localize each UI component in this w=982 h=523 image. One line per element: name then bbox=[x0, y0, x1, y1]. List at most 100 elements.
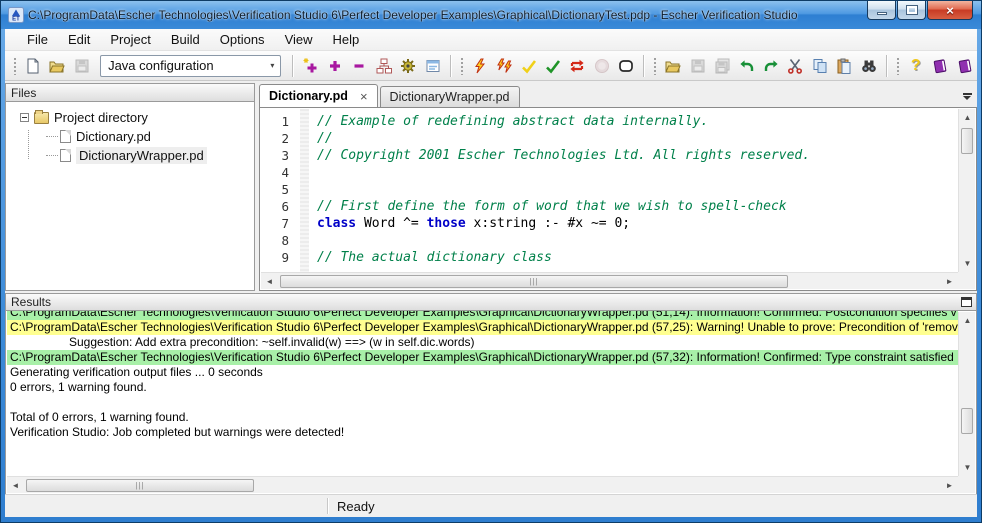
verify-button[interactable] bbox=[468, 54, 492, 78]
language-manual-button[interactable] bbox=[928, 54, 952, 78]
toolbar-separator bbox=[886, 55, 887, 77]
redo-button[interactable] bbox=[759, 54, 783, 78]
toolbar-gripper[interactable] bbox=[460, 57, 464, 75]
gear-icon bbox=[400, 58, 416, 74]
halt-button[interactable] bbox=[590, 54, 614, 78]
tab-list-button[interactable] bbox=[960, 90, 974, 102]
stop-button[interactable] bbox=[614, 54, 638, 78]
app-icon: ET bbox=[8, 7, 24, 23]
remove-item-button[interactable] bbox=[347, 54, 371, 78]
results-vertical-scrollbar[interactable]: ▲ ▼ bbox=[958, 312, 975, 476]
result-line[interactable]: C:\ProgramData\Escher Technologies\Verif… bbox=[7, 320, 958, 335]
result-line[interactable]: C:\ProgramData\Escher Technologies\Verif… bbox=[7, 350, 958, 365]
menu-item-options[interactable]: Options bbox=[210, 30, 275, 49]
copy-button[interactable] bbox=[808, 54, 832, 78]
collapse-icon[interactable] bbox=[20, 113, 29, 122]
new-file-button[interactable] bbox=[21, 54, 45, 78]
editor-horizontal-scrollbar[interactable]: ◄ ||| ► bbox=[261, 272, 958, 289]
toolbar-gripper[interactable] bbox=[896, 57, 900, 75]
toolbar-gripper[interactable] bbox=[13, 57, 17, 75]
confirm-button[interactable] bbox=[541, 54, 565, 78]
scrollbar-thumb[interactable] bbox=[961, 128, 973, 154]
code-text bbox=[293, 165, 317, 182]
result-line[interactable]: Verification Studio: Job completed but w… bbox=[7, 425, 958, 440]
find-button[interactable] bbox=[856, 54, 880, 78]
result-line[interactable]: Total of 0 errors, 1 warning found. bbox=[7, 410, 958, 425]
redo-arrow-icon bbox=[763, 58, 779, 74]
help-button[interactable]: ? bbox=[904, 54, 928, 78]
result-line[interactable]: Suggestion: Add extra precondition: ~sel… bbox=[7, 335, 958, 350]
menu-item-build[interactable]: Build bbox=[161, 30, 210, 49]
open-file-button[interactable] bbox=[661, 54, 685, 78]
scroll-up-icon[interactable]: ▲ bbox=[959, 312, 976, 329]
dock-window-icon[interactable] bbox=[961, 297, 972, 307]
tree-item-dictionarywrapper[interactable]: DictionaryWrapper.pd bbox=[6, 146, 254, 165]
line-number: 9 bbox=[261, 250, 293, 267]
tool-manual-button[interactable] bbox=[952, 54, 976, 78]
status-bar: Ready bbox=[5, 494, 977, 517]
menu-item-view[interactable]: View bbox=[275, 30, 323, 49]
tree-item-project-directory[interactable]: Project directory bbox=[6, 108, 254, 127]
plus-icon bbox=[327, 58, 343, 74]
paste-button[interactable] bbox=[832, 54, 856, 78]
scroll-left-icon[interactable]: ◄ bbox=[261, 273, 278, 290]
cut-button[interactable] bbox=[783, 54, 807, 78]
result-line[interactable]: Generating verification output files ...… bbox=[7, 365, 958, 380]
open-project-button[interactable] bbox=[45, 54, 69, 78]
results-output[interactable]: C:\ProgramData\Escher Technologies\Verif… bbox=[5, 310, 977, 495]
menu-item-edit[interactable]: Edit bbox=[58, 30, 100, 49]
result-line[interactable]: 0 errors, 1 warning found. bbox=[7, 380, 958, 395]
menu-item-project[interactable]: Project bbox=[100, 30, 160, 49]
save-project-button[interactable] bbox=[70, 54, 94, 78]
maximize-button[interactable] bbox=[897, 1, 926, 20]
scroll-down-icon[interactable]: ▼ bbox=[959, 459, 976, 476]
configuration-select[interactable]: Java configuration ▾ bbox=[100, 55, 281, 77]
tab-dictionarywrapper[interactable]: DictionaryWrapper.pd bbox=[380, 86, 520, 107]
undo-button[interactable] bbox=[734, 54, 758, 78]
scroll-right-icon[interactable]: ► bbox=[941, 477, 958, 494]
editor-vertical-scrollbar[interactable]: ▲ ▼ bbox=[958, 109, 975, 272]
check-syntax-button[interactable] bbox=[516, 54, 540, 78]
scroll-left-icon[interactable]: ◄ bbox=[7, 477, 24, 494]
code-editor[interactable]: 1// Example of redefining abstract data … bbox=[259, 107, 977, 291]
copy-icon bbox=[812, 58, 828, 74]
scroll-right-icon[interactable]: ► bbox=[941, 273, 958, 290]
result-line[interactable]: C:\ProgramData\Escher Technologies\Verif… bbox=[7, 311, 958, 320]
project-hierarchy-button[interactable] bbox=[372, 54, 396, 78]
purple-book-icon bbox=[932, 58, 948, 74]
tab-dictionary[interactable]: Dictionary.pd × bbox=[259, 84, 378, 107]
close-button[interactable]: × bbox=[927, 1, 973, 20]
result-line[interactable] bbox=[7, 395, 958, 410]
scrollbar-thumb[interactable]: ||| bbox=[26, 479, 254, 492]
code-text: class Word ^= those x:string :- #x ~= 0; bbox=[293, 216, 630, 233]
scroll-up-icon[interactable]: ▲ bbox=[959, 109, 976, 126]
scrollbar-thumb[interactable]: ||| bbox=[280, 275, 788, 288]
verify-all-button[interactable] bbox=[492, 54, 516, 78]
menu-item-file[interactable]: File bbox=[17, 30, 58, 49]
menu-item-help[interactable]: Help bbox=[323, 30, 370, 49]
tree-connector bbox=[46, 136, 58, 137]
toolbar-separator bbox=[292, 55, 293, 77]
rebuild-button[interactable] bbox=[565, 54, 589, 78]
minimize-button[interactable] bbox=[867, 1, 896, 20]
tab-close-icon[interactable]: × bbox=[360, 90, 368, 103]
results-horizontal-scrollbar[interactable]: ◄ ||| ► bbox=[7, 476, 958, 493]
build-settings-button[interactable] bbox=[396, 54, 420, 78]
properties-button[interactable] bbox=[420, 54, 444, 78]
toolbar-separator bbox=[450, 55, 451, 77]
scrollbar-thumb[interactable] bbox=[961, 408, 973, 434]
save-all-button[interactable] bbox=[710, 54, 734, 78]
save-file-button[interactable] bbox=[686, 54, 710, 78]
files-tree[interactable]: Project directory Dictionary.pd Dictiona… bbox=[5, 101, 255, 291]
tree-item-dictionary[interactable]: Dictionary.pd bbox=[6, 127, 254, 146]
rounded-stop-icon bbox=[618, 58, 634, 74]
file-icon bbox=[60, 149, 71, 162]
toolbar-gripper[interactable] bbox=[653, 57, 657, 75]
add-item-button[interactable] bbox=[323, 54, 347, 78]
code-text: // bbox=[293, 131, 333, 148]
hierarchy-icon bbox=[376, 58, 392, 74]
title-bar[interactable]: ET C:\ProgramData\Escher Technologies\Ve… bbox=[1, 1, 981, 29]
scroll-down-icon[interactable]: ▼ bbox=[959, 255, 976, 272]
add-new-file-button[interactable] bbox=[298, 54, 322, 78]
scissors-icon bbox=[787, 58, 803, 74]
